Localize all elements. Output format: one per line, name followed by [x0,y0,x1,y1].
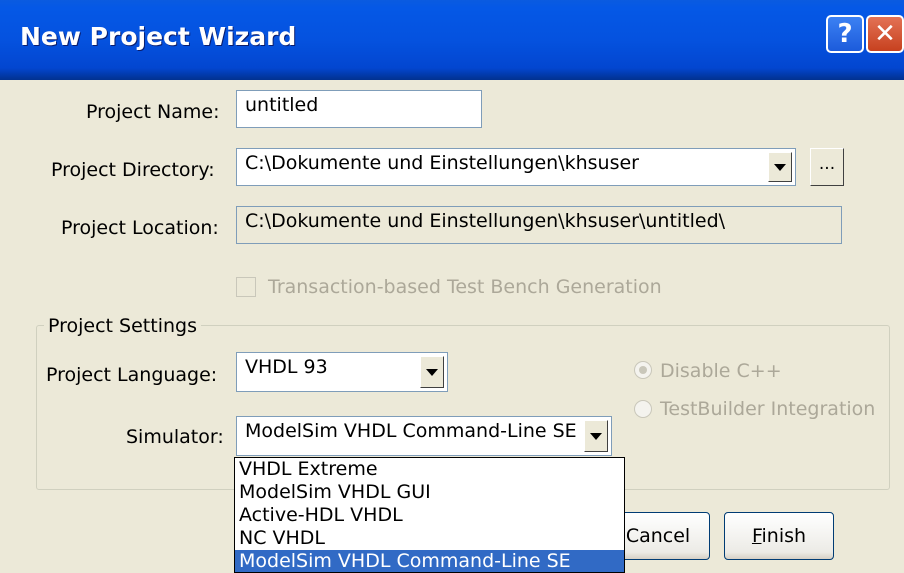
chevron-down-icon [774,163,786,171]
project-settings-group-label: Project Settings [44,315,201,337]
close-icon: ✕ [874,19,896,49]
chevron-down-icon [426,368,438,376]
project-location-field: C:\Dokumente und Einstellungen\khsuser\u… [236,206,842,244]
simulator-dropdown-button[interactable] [584,420,608,452]
finish-button[interactable]: Finish [724,512,834,560]
simulator-value: ModelSim VHDL Command-Line SE [245,420,577,442]
project-name-input[interactable]: untitled [236,90,482,128]
project-language-dropdown-button[interactable] [420,356,444,388]
project-directory-combo[interactable]: C:\Dokumente und Einstellungen\khsuser [236,148,796,186]
simulator-option[interactable]: NC VHDL [235,527,624,550]
project-language-combo[interactable]: VHDL 93 [236,352,448,392]
simulator-option-selected[interactable]: ModelSim VHDL Command-Line SE [235,550,624,572]
project-name-label: Project Name: [86,101,220,123]
project-location-value: C:\Dokumente und Einstellungen\khsuser\u… [245,210,726,232]
help-button[interactable]: ? [826,15,864,53]
testbuilder-radio[interactable] [634,400,652,418]
chevron-down-icon [590,432,602,440]
title-bar: New Project Wizard ? ✕ [0,0,904,80]
help-icon: ? [837,19,853,49]
browse-button[interactable]: ... [810,148,844,186]
project-directory-label: Project Directory: [51,159,215,181]
testbench-label: Transaction-based Test Bench Generation [268,276,662,298]
disable-cpp-radio[interactable] [634,361,652,379]
project-location-label: Project Location: [61,217,219,239]
simulator-dropdown-list[interactable]: VHDL Extreme ModelSim VHDL GUI Active-HD… [234,457,625,573]
project-directory-dropdown-button[interactable] [768,152,792,182]
disable-cpp-label: Disable C++ [660,360,782,382]
simulator-option[interactable]: VHDL Extreme [235,458,624,481]
testbuilder-label: TestBuilder Integration [660,398,876,420]
project-directory-value: C:\Dokumente und Einstellungen\khsuser [245,152,639,174]
simulator-option[interactable]: Active-HDL VHDL [235,504,624,527]
testbench-checkbox[interactable] [236,277,256,297]
close-button[interactable]: ✕ [866,15,904,53]
project-language-label: Project Language: [46,364,218,386]
project-name-value: untitled [245,94,319,116]
simulator-combo[interactable]: ModelSim VHDL Command-Line SE [236,416,612,456]
project-language-value: VHDL 93 [245,356,328,378]
simulator-option[interactable]: ModelSim VHDL GUI [235,481,624,504]
window-title: New Project Wizard [20,22,297,51]
simulator-label: Simulator: [126,426,224,448]
